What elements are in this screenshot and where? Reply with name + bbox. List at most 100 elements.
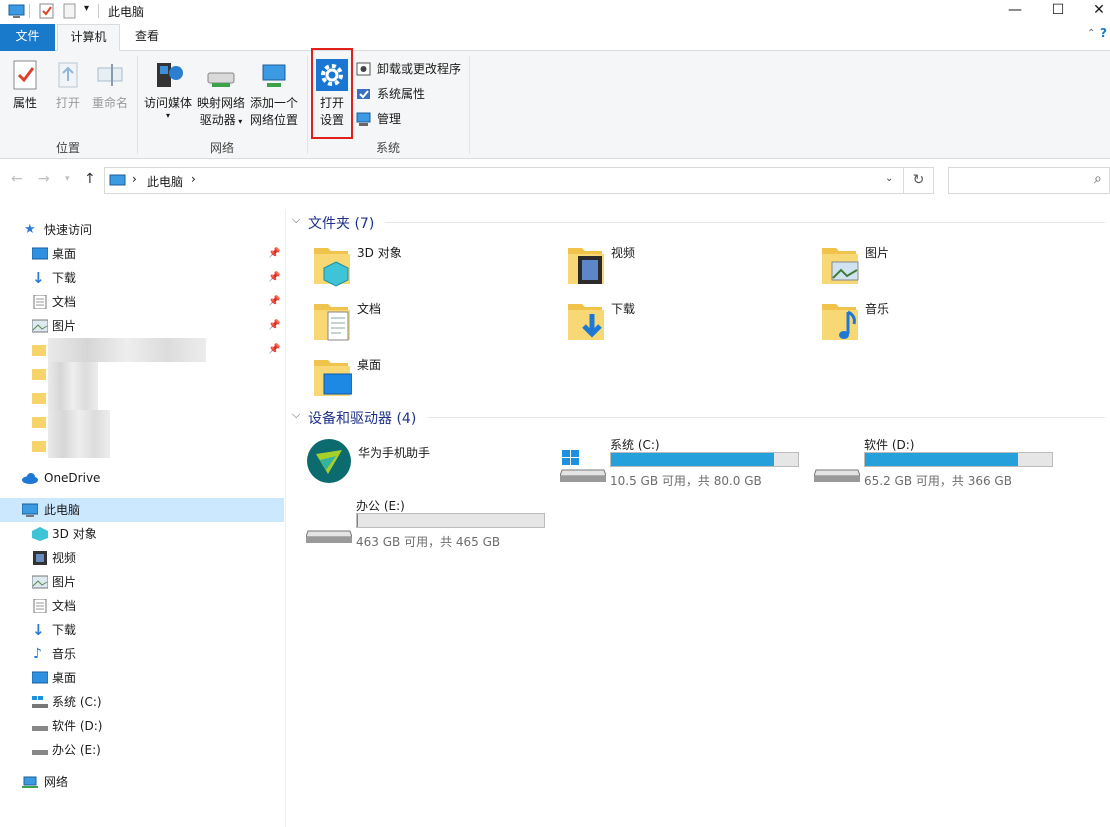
nav-blurred-item[interactable]: [0, 410, 284, 434]
add-network-location-button[interactable]: 添加一个 网络位置: [248, 59, 300, 129]
new-folder-icon[interactable]: [63, 2, 77, 20]
folder-documents[interactable]: 文档: [312, 298, 552, 350]
open-button[interactable]: 打开: [50, 59, 86, 112]
nav-quick-item[interactable]: 文档 📌: [0, 290, 284, 314]
folder-3d-objects[interactable]: 3D 对象: [312, 242, 552, 294]
nav-pc-item[interactable]: 桌面: [0, 666, 284, 690]
nav-pc-item[interactable]: 办公 (E:): [0, 738, 284, 762]
pin-icon: 📌: [268, 248, 281, 259]
uninstall-icon: [356, 62, 371, 76]
nav-this-pc[interactable]: 此电脑: [0, 498, 284, 522]
collapse-folders-icon[interactable]: ⌵: [292, 213, 300, 227]
drive-icon: [814, 469, 860, 482]
device-huawei-assistant[interactable]: 华为手机助手: [306, 438, 546, 490]
collapse-ribbon-icon[interactable]: ⌃: [1087, 28, 1095, 39]
nav-pc-item[interactable]: 文档: [0, 594, 284, 618]
nav-blurred-item[interactable]: [0, 434, 284, 458]
drive-size-text: 10.5 GB 可用，共 80.0 GB: [610, 474, 762, 488]
system-properties-button[interactable]: 系统属性: [356, 84, 425, 104]
breadcrumb-chevron[interactable]: ›: [191, 172, 196, 186]
nav-label: 图片: [52, 575, 77, 589]
properties-icon[interactable]: [39, 2, 55, 20]
back-icon[interactable]: ←: [11, 171, 23, 187]
3d-objects-icon: [32, 527, 48, 541]
nav-label: 下载: [52, 271, 77, 285]
folder-videos[interactable]: 视频: [566, 242, 806, 294]
nav-network[interactable]: 网络: [0, 770, 284, 794]
folder-music[interactable]: 音乐: [820, 298, 1060, 350]
drive-label: 办公 (E:): [356, 499, 405, 513]
search-input[interactable]: ⌕: [948, 167, 1110, 194]
nav-pc-item[interactable]: 3D 对象: [0, 522, 284, 546]
drive-c[interactable]: 系统 (C:) 10.5 GB 可用，共 80.0 GB: [560, 436, 810, 496]
rename-button[interactable]: 重命名: [90, 59, 130, 112]
devices-section-heading[interactable]: 设备和驱动器 (4): [308, 408, 416, 428]
nav-pc-item[interactable]: 系统 (C:): [0, 690, 284, 714]
breadcrumb-chevron[interactable]: ›: [132, 172, 137, 186]
window-title: 此电脑: [108, 5, 145, 19]
map-network-drive-button[interactable]: 映射网络 驱动器 ▾: [196, 59, 246, 130]
folders-section-heading[interactable]: 文件夹 (7): [308, 213, 374, 233]
nav-quick-item[interactable]: ↓ 下载 📌: [0, 266, 284, 290]
nav-label: 软件 (D:): [52, 719, 103, 733]
drive-usage-bar: [356, 513, 545, 528]
nav-label: 桌面: [52, 671, 77, 685]
drive-d[interactable]: 软件 (D:) 65.2 GB 可用，共 366 GB: [814, 436, 1064, 496]
nav-label: 此电脑: [44, 503, 81, 517]
folder-label: 视频: [611, 246, 636, 260]
maximize-button[interactable]: ☐: [1035, 0, 1081, 22]
folder-pictures[interactable]: 图片: [820, 242, 1060, 294]
collapse-devices-icon[interactable]: ⌵: [292, 408, 300, 422]
help-icon[interactable]: ?: [1100, 26, 1107, 40]
nav-onedrive[interactable]: OneDrive: [0, 466, 284, 490]
tab-view[interactable]: 查看: [122, 24, 172, 51]
desktop-icon: [32, 247, 48, 260]
up-icon[interactable]: ↑: [84, 171, 96, 187]
customize-qa-icon[interactable]: ▾: [84, 3, 89, 21]
forward-icon[interactable]: →: [38, 171, 50, 187]
nav-blurred-item[interactable]: [0, 362, 284, 386]
folder-downloads[interactable]: 下载: [566, 298, 806, 350]
uninstall-program-button[interactable]: 卸载或更改程序: [356, 59, 461, 79]
breadcrumb-this-pc[interactable]: 此电脑: [147, 173, 183, 190]
document-icon: [33, 295, 47, 309]
document-icon: [33, 599, 47, 613]
network-drive-icon: [207, 72, 235, 87]
tab-computer[interactable]: 计算机: [57, 24, 120, 52]
address-dropdown-icon[interactable]: ⌄: [885, 173, 893, 184]
redacted-text: [48, 362, 98, 386]
cloud-icon: [22, 473, 38, 484]
nav-pc-item[interactable]: ♪ 音乐: [0, 642, 284, 666]
nav-blurred-item[interactable]: [0, 386, 284, 410]
nav-quick-item[interactable]: 图片 📌: [0, 314, 284, 338]
manage-button[interactable]: 管理: [356, 109, 401, 129]
pin-icon: 📌: [268, 320, 281, 331]
navigation-pane: ★ 快速访问 桌面 📌 ↓ 下载 📌 文档 📌 图片 📌 📌 OneDrive 此电脑 …: [0, 210, 286, 827]
drive-size-text: 463 GB 可用，共 465 GB: [356, 535, 501, 549]
drive-e[interactable]: 办公 (E:) 463 GB 可用，共 465 GB: [306, 497, 556, 557]
nav-blurred-item[interactable]: 📌: [0, 338, 284, 362]
address-bar[interactable]: › 此电脑 › ⌄: [104, 167, 904, 194]
properties-button[interactable]: 属性: [6, 59, 44, 112]
nav-pc-item[interactable]: 软件 (D:): [0, 714, 284, 738]
recent-locations-icon[interactable]: ▾: [65, 174, 70, 184]
nav-pc-item[interactable]: ↓ 下载: [0, 618, 284, 642]
folder-desktop[interactable]: 桌面: [312, 354, 552, 406]
network-location-icon: [262, 64, 286, 87]
nav-pc-item[interactable]: 图片: [0, 570, 284, 594]
folder-label: 下载: [611, 302, 636, 316]
minimize-button[interactable]: —: [992, 0, 1038, 22]
desktop-folder-icon: [314, 360, 352, 396]
access-media-button[interactable]: 访问媒体 ▾: [142, 59, 194, 120]
tab-file[interactable]: 文件: [0, 24, 55, 51]
nav-quick-item[interactable]: 桌面 📌: [0, 242, 284, 266]
nav-label: 桌面: [52, 247, 77, 261]
pictures-icon: [32, 319, 48, 333]
nav-label: 下载: [52, 623, 77, 637]
folder-icon: [32, 369, 46, 380]
pin-icon: 📌: [268, 344, 281, 355]
nav-pc-item[interactable]: 视频: [0, 546, 284, 570]
close-button[interactable]: ✕: [1076, 0, 1110, 22]
refresh-button[interactable]: ↻: [904, 167, 934, 194]
nav-quick-access[interactable]: ★ 快速访问: [0, 218, 284, 242]
